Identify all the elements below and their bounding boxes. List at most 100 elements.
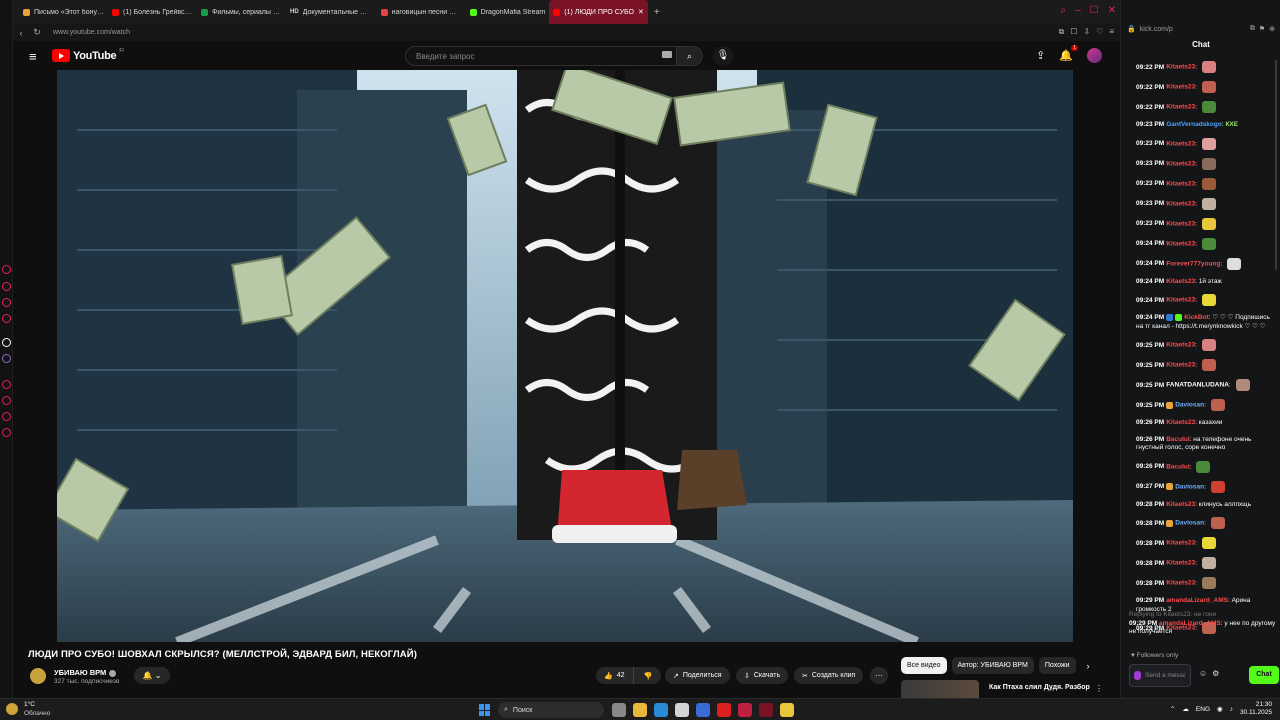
back-icon[interactable]: ‹	[13, 28, 29, 38]
app-icon[interactable]	[780, 703, 794, 717]
sidebar-app-icon[interactable]	[2, 396, 11, 405]
sidebar-app-icon[interactable]	[2, 354, 11, 363]
message-username[interactable]: Kitaets23	[1166, 278, 1195, 285]
yandex-icon[interactable]	[717, 703, 731, 717]
recommended-title[interactable]: Как Птаха слил Дудя. Разбор	[989, 684, 1090, 691]
sidebar-app-icon[interactable]	[2, 282, 11, 291]
browser-tab[interactable]: HD Документальные филь	[286, 0, 377, 24]
sidebar-app-icon[interactable]	[2, 380, 11, 389]
message-username[interactable]: Kitaets23	[1166, 104, 1195, 111]
share-button[interactable]: ↗ Поделиться	[665, 667, 730, 684]
message-username[interactable]: Kitaets23	[1166, 342, 1195, 349]
chat-send-button[interactable]: Chat	[1249, 666, 1279, 684]
kick-url[interactable]: kick.com/p	[1140, 26, 1173, 33]
hamburger-menu-icon[interactable]: ≡	[29, 49, 37, 64]
heart-icon[interactable]: ♡	[1096, 27, 1103, 37]
start-button[interactable]	[479, 704, 491, 716]
new-tab-button[interactable]: +	[648, 7, 666, 18]
menu-icon[interactable]: ≡	[1109, 27, 1114, 37]
message-username[interactable]: Forever777young	[1166, 260, 1220, 267]
sidebar-app-icon[interactable]	[2, 314, 11, 323]
sidebar-app-icon[interactable]	[2, 428, 11, 437]
message-username[interactable]: Kitaets23	[1166, 84, 1195, 91]
more-vert-icon[interactable]: ⋮	[1095, 684, 1103, 693]
avatar[interactable]	[1087, 48, 1102, 63]
file-explorer-icon[interactable]	[633, 703, 647, 717]
chip-all-videos[interactable]: Все видео	[901, 657, 947, 674]
edge-icon[interactable]	[654, 703, 668, 717]
message-username[interactable]: Kitaets23	[1166, 297, 1195, 304]
chat-messages[interactable]: 09:22 PM Kitaets23: 09:22 PM Kitaets23: 09…	[1121, 57, 1280, 642]
message-username[interactable]: Kitaets23	[1166, 160, 1195, 167]
maximize-icon[interactable]: ☐	[1090, 5, 1099, 16]
weather-icon[interactable]	[6, 703, 18, 715]
download-button[interactable]: ⇩ Скачать	[736, 667, 789, 684]
channel-name[interactable]: УБИВАЮ ВРМ	[54, 668, 117, 677]
share-icon[interactable]: ⧉	[1250, 25, 1255, 33]
sidebar-app-icon[interactable]	[2, 412, 11, 421]
message-username[interactable]: Bacului	[1166, 436, 1189, 443]
recommended-thumbnail[interactable]	[901, 680, 979, 698]
search-input[interactable]	[406, 47, 656, 65]
message-username[interactable]: Kitaets23	[1166, 180, 1195, 187]
sidebar-app-icon[interactable]	[2, 298, 11, 307]
message-username[interactable]: Kitaets23	[1166, 200, 1195, 207]
message-username[interactable]: GantVernadskogo	[1166, 121, 1222, 128]
message-username[interactable]: Daviosan	[1175, 483, 1204, 490]
chat-message-input[interactable]	[1145, 672, 1185, 679]
taskbar-search[interactable]: ⌕ Поиск	[498, 702, 604, 718]
message-username[interactable]: Kitaets23	[1166, 362, 1195, 369]
message-username[interactable]: KickBot	[1184, 314, 1209, 321]
video-player[interactable]	[57, 70, 1073, 642]
more-actions-button[interactable]: ⋯	[870, 667, 888, 684]
message-username[interactable]: Kitaets23	[1166, 64, 1195, 71]
message-username[interactable]: Kitaets23	[1166, 419, 1195, 426]
message-username[interactable]: Kitaets23	[1166, 220, 1195, 227]
dislike-button[interactable]: 👎	[638, 672, 659, 680]
message-username[interactable]: FANATDANLUDANA	[1166, 382, 1229, 389]
browser-tab[interactable]: DragonMafia Stream	[466, 0, 550, 24]
message-username[interactable]: Daviosan	[1175, 402, 1204, 409]
bell-icon[interactable]: 🔔 1	[1059, 45, 1078, 62]
message-username[interactable]: Daviosan	[1175, 520, 1204, 527]
opera-icon[interactable]	[738, 703, 752, 717]
like-button[interactable]: 👍 42	[596, 667, 634, 684]
reload-icon[interactable]: ↻	[29, 27, 45, 38]
voice-search-button[interactable]: 🎙	[713, 46, 733, 66]
youtube-logo[interactable]: YouTube FI	[52, 48, 124, 62]
keyboard-icon[interactable]	[662, 51, 672, 58]
cloud-icon[interactable]: ☁	[1182, 705, 1189, 713]
clock[interactable]: 21:30 30.11.2025	[1240, 701, 1272, 717]
message-username[interactable]: Kitaets23	[1166, 560, 1195, 567]
browser-tab[interactable]: Письмо «Этот бонус БЕЗ	[19, 0, 108, 24]
bookmark-icon[interactable]: ☐	[1070, 27, 1077, 37]
search-icon[interactable]: ⌕	[1060, 5, 1066, 16]
url-field[interactable]: www.youtube.com/watch	[53, 29, 130, 36]
settings-icon[interactable]: ⚙	[1212, 669, 1219, 678]
channel-avatar[interactable]	[30, 668, 46, 684]
browser-tab-active[interactable]: (1) ЛЮДИ ПРО СУБО ✕	[549, 0, 648, 24]
wifi-icon[interactable]: ◉	[1217, 705, 1223, 713]
chevron-up-icon[interactable]: ⌃	[1170, 705, 1175, 713]
chat-scrollbar[interactable]	[1275, 60, 1277, 270]
chrome-icon[interactable]	[675, 703, 689, 717]
subscription-bell-button[interactable]: 🔔 ⌄	[134, 667, 170, 684]
opera-gx-icon[interactable]	[759, 703, 773, 717]
message-username[interactable]: amandaLizard_AMS	[1166, 597, 1228, 604]
emote-icon[interactable]: ☺	[1199, 669, 1207, 678]
chip-author[interactable]: Автор: УБИВАЮ ВРМ	[951, 657, 1034, 674]
close-icon[interactable]: ✕	[1108, 5, 1116, 16]
close-icon[interactable]: ✕	[638, 8, 644, 16]
chevron-right-icon[interactable]: ›	[1087, 661, 1090, 671]
download-icon[interactable]: ⇩	[1083, 27, 1090, 37]
message-username[interactable]: Kitaets23	[1166, 540, 1195, 547]
microphone-icon[interactable]	[1134, 671, 1141, 680]
browser-tab[interactable]: наговицын песни — Янд	[377, 0, 466, 24]
chip-similar[interactable]: Похожи	[1038, 657, 1076, 674]
translate-icon[interactable]: ⚑	[1259, 25, 1265, 33]
share-icon[interactable]: ⧉	[1059, 27, 1065, 37]
message-username[interactable]: Bacului	[1166, 463, 1189, 470]
store-icon[interactable]	[696, 703, 710, 717]
message-username[interactable]: Kitaets23	[1166, 240, 1195, 247]
volume-icon[interactable]: ♪	[1230, 706, 1233, 713]
